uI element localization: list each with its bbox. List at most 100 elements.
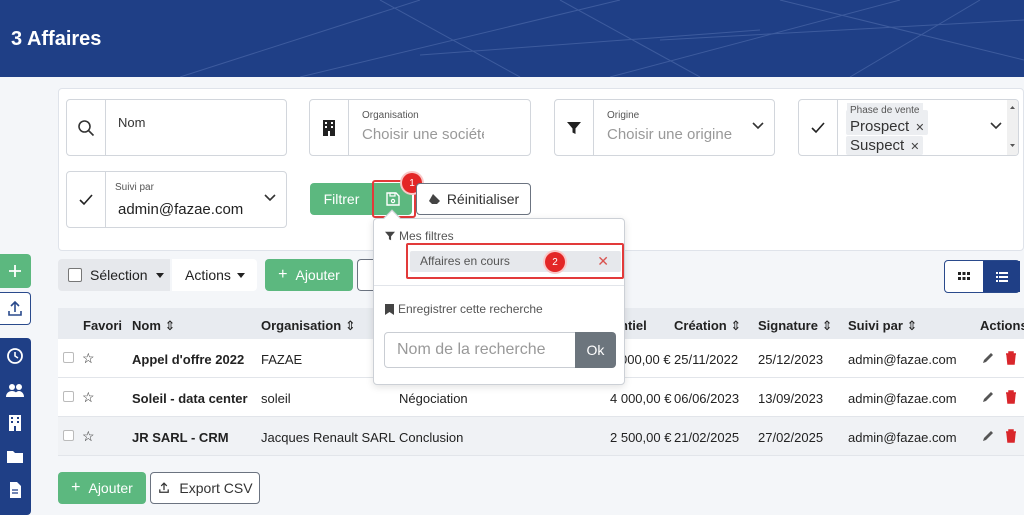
history-icon[interactable] xyxy=(5,346,25,366)
caret-down-icon xyxy=(155,272,164,278)
side-export-button[interactable] xyxy=(0,292,31,325)
edit-pencil-icon[interactable] xyxy=(981,390,995,404)
search-icon xyxy=(78,119,95,136)
sort-icon: ⇕ xyxy=(344,318,356,333)
column-nom[interactable]: Nom ⇕ xyxy=(132,318,175,334)
row-suivi: admin@fazae.com xyxy=(848,430,957,445)
selection-dropdown[interactable]: Sélection xyxy=(58,259,170,291)
origine-filter-field[interactable]: Origine Choisir une origine xyxy=(554,99,775,156)
page-header: 3 Affaires xyxy=(0,0,1024,77)
chevron-down-icon xyxy=(990,122,1002,130)
grid-icon xyxy=(958,272,970,280)
plus-icon xyxy=(9,265,21,277)
favorite-star-icon[interactable]: ☆ xyxy=(82,350,95,367)
add-button-label: Ajouter xyxy=(295,267,340,283)
document-icon[interactable] xyxy=(5,480,25,500)
favorite-star-icon[interactable]: ☆ xyxy=(82,428,95,445)
row-nom[interactable]: Appel d'offre 2022 xyxy=(132,352,244,367)
list-view-button[interactable] xyxy=(983,261,1020,292)
remove-tag-icon[interactable]: ✕ xyxy=(910,141,919,153)
search-icon-box xyxy=(67,100,106,155)
sort-icon: ⇕ xyxy=(164,318,176,333)
column-signature[interactable]: Signature ⇕ xyxy=(758,318,833,334)
column-suivi[interactable]: Suivi par ⇕ xyxy=(848,318,917,334)
organisation-filter-label: Organisation xyxy=(362,110,419,121)
row-checkbox[interactable] xyxy=(63,391,74,402)
add-button[interactable]: + Ajouter xyxy=(265,259,353,291)
caret-down-icon xyxy=(236,272,245,278)
row-checkbox[interactable] xyxy=(63,430,74,441)
chevron-down-icon xyxy=(264,194,276,202)
list-icon xyxy=(995,271,1008,282)
reset-button[interactable]: Réinitialiser xyxy=(416,183,531,215)
organisation-filter-placeholder: Choisir une société xyxy=(362,126,484,143)
row-suivi: admin@fazae.com xyxy=(848,352,957,367)
row-organisation: FAZAE xyxy=(261,352,303,367)
search-name-input[interactable]: Nom de la recherche xyxy=(384,332,576,368)
eraser-icon xyxy=(428,194,440,204)
delete-trash-icon[interactable] xyxy=(1005,351,1017,365)
view-toggle xyxy=(944,260,1020,293)
delete-trash-icon[interactable] xyxy=(1005,429,1017,443)
name-filter-field[interactable]: Nom xyxy=(66,99,287,156)
column-creation[interactable]: Création ⇕ xyxy=(674,318,741,334)
row-creation: 25/11/2022 xyxy=(674,352,739,367)
save-search-header: Enregistrer cette recherche xyxy=(385,302,543,316)
add-bottom-button[interactable]: + Ajouter xyxy=(58,472,146,504)
sort-icon: ⇕ xyxy=(730,318,742,333)
suivi-filter-label: Suivi par xyxy=(115,182,154,193)
side-add-button[interactable] xyxy=(0,254,31,288)
organisation-icon-box xyxy=(310,100,349,155)
phase-scrollbar[interactable] xyxy=(1007,100,1018,155)
actions-dropdown[interactable]: Actions xyxy=(172,259,257,291)
column-organisation-label: Organisation xyxy=(261,318,342,333)
actions-label: Actions xyxy=(185,267,231,283)
favorite-star-icon[interactable]: ☆ xyxy=(82,389,95,406)
organisation-filter-field[interactable]: Organisation Choisir une société xyxy=(309,99,531,156)
upload-icon xyxy=(159,482,170,493)
ok-button[interactable]: Ok xyxy=(575,332,616,368)
row-organisation: Jacques Renault SARL xyxy=(261,430,396,445)
row-nom[interactable]: Soleil - data center xyxy=(132,391,248,406)
contacts-icon[interactable] xyxy=(5,380,25,400)
row-suivi: admin@fazae.com xyxy=(848,391,957,406)
funnel-icon xyxy=(567,121,581,134)
sort-icon: ⇕ xyxy=(906,318,918,333)
select-all-checkbox[interactable] xyxy=(68,268,82,282)
suivi-filter-field[interactable]: Suivi par admin@fazae.com xyxy=(66,171,287,228)
row-creation: 21/02/2025 xyxy=(674,430,740,445)
row-potentiel: 000,00 € xyxy=(620,352,671,367)
upload-icon xyxy=(8,300,22,316)
my-filters-header: Mes filtres xyxy=(385,229,454,243)
export-csv-label: Export CSV xyxy=(179,480,253,496)
saved-filter-highlight xyxy=(406,243,624,279)
delete-trash-icon[interactable] xyxy=(1005,390,1017,404)
plus-icon: + xyxy=(71,479,81,496)
row-nom[interactable]: JR SARL - CRM xyxy=(132,430,229,445)
folder-icon[interactable] xyxy=(5,446,25,466)
phase-filter-label: Phase de vente xyxy=(847,103,923,118)
filter-button[interactable]: Filtrer xyxy=(310,183,373,215)
row-checkbox[interactable] xyxy=(63,352,74,363)
row-signature: 25/12/2023 xyxy=(758,352,824,367)
row-signature: 27/02/2025 xyxy=(758,430,824,445)
edit-pencil-icon[interactable] xyxy=(981,351,995,365)
building-icon xyxy=(323,119,335,136)
building-icon[interactable] xyxy=(5,413,25,433)
phase-filter-field[interactable]: Prospect ✕ Phase de vente Suspect ✕ xyxy=(798,99,1019,156)
column-creation-label: Création xyxy=(674,318,727,333)
funnel-icon xyxy=(385,231,395,241)
column-suivi-label: Suivi par xyxy=(848,318,903,333)
row-phase: Négociation xyxy=(399,391,468,406)
export-csv-button[interactable]: Export CSV xyxy=(150,472,260,504)
remove-tag-icon[interactable]: ✕ xyxy=(915,122,924,134)
row-potentiel: 4 000,00 € xyxy=(610,391,672,406)
table-row[interactable]: ☆ JR SARL - CRM Jacques Renault SARL Con… xyxy=(58,417,1024,456)
phase-tag-suspect[interactable]: Suspect ✕ xyxy=(846,136,924,155)
edit-pencil-icon[interactable] xyxy=(981,429,995,443)
origine-filter-label: Origine xyxy=(607,110,640,121)
grid-view-button[interactable] xyxy=(945,261,983,292)
check-icon xyxy=(79,193,93,205)
row-creation: 06/06/2023 xyxy=(674,391,740,406)
column-organisation[interactable]: Organisation ⇕ xyxy=(261,318,356,334)
